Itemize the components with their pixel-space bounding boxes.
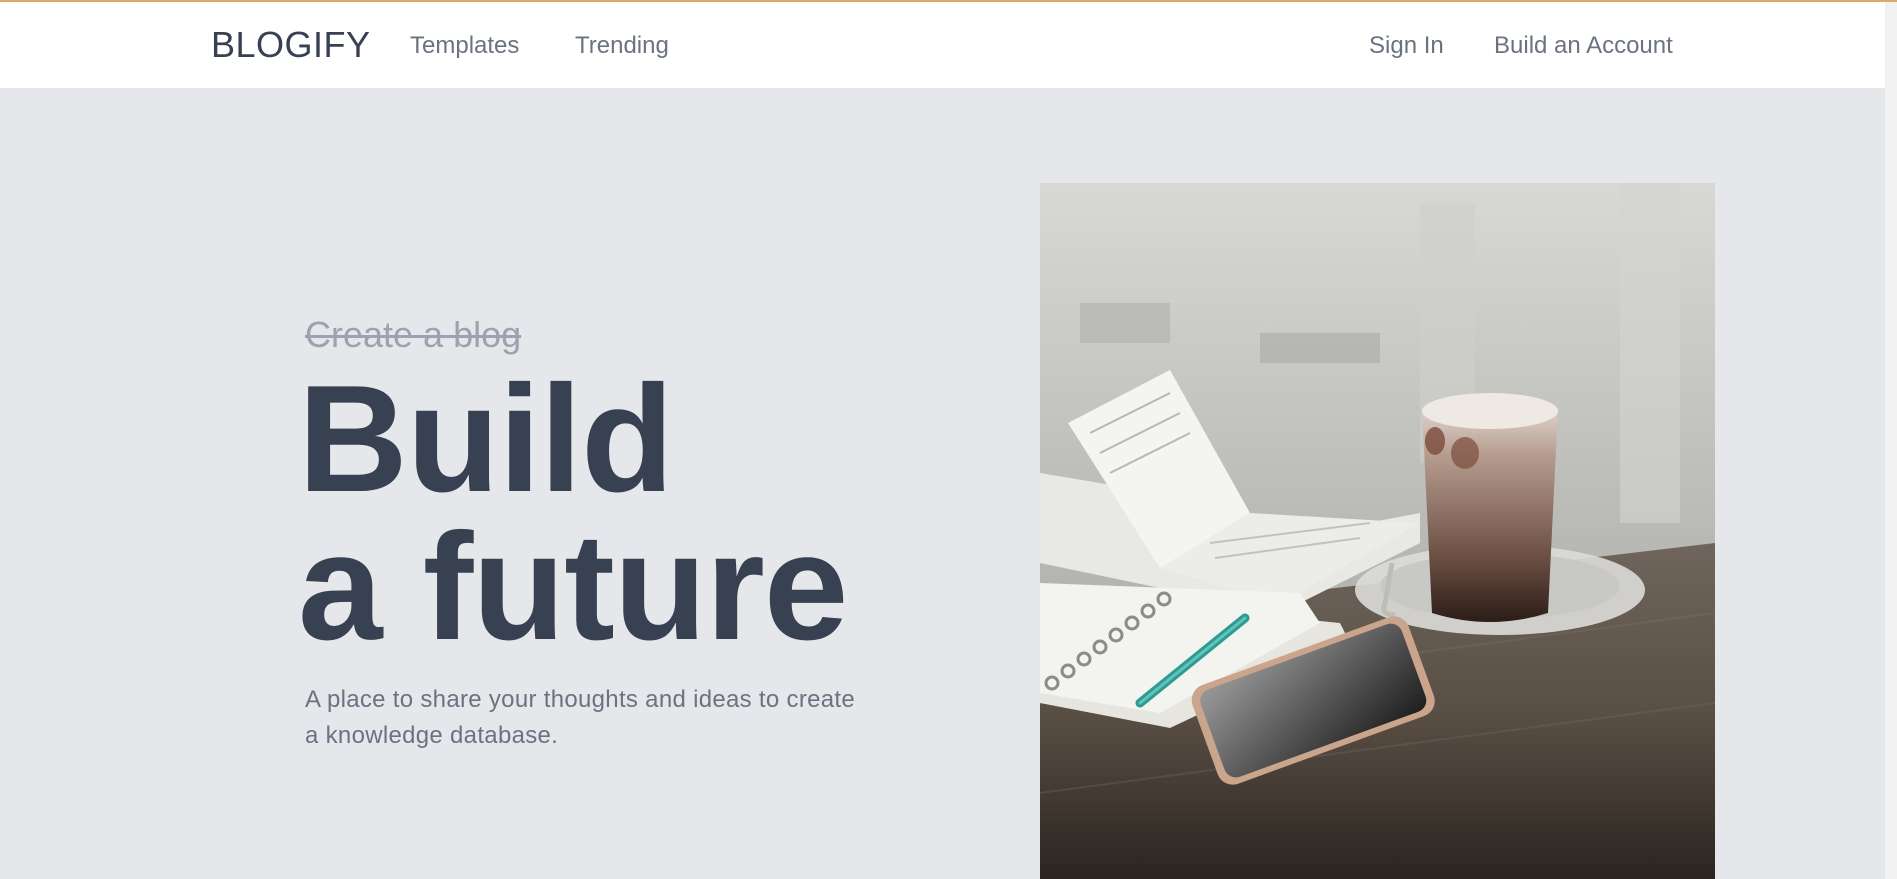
hero-photo-coffee-desk: [1040, 183, 1715, 879]
navbar: BLOGIFY Templates Trending Sign In Build…: [0, 2, 1897, 88]
hero-headline-line-2: a future: [298, 502, 848, 672]
page: BLOGIFY Templates Trending Sign In Build…: [0, 0, 1897, 879]
nav-link-templates[interactable]: Templates: [410, 32, 519, 60]
build-account-link[interactable]: Build an Account: [1494, 32, 1673, 60]
hero-strikethrough-text: Create a blog: [305, 314, 522, 355]
sign-in-link[interactable]: Sign In: [1369, 32, 1444, 60]
hero-headline: Build a future: [298, 354, 848, 672]
brand-logo[interactable]: BLOGIFY: [211, 24, 371, 66]
hero-headline-line-1: Build: [298, 354, 674, 524]
vertical-scrollbar[interactable]: [1885, 2, 1897, 879]
nav-link-trending[interactable]: Trending: [575, 32, 669, 60]
hero-description: A place to share your thoughts and ideas…: [305, 686, 856, 749]
